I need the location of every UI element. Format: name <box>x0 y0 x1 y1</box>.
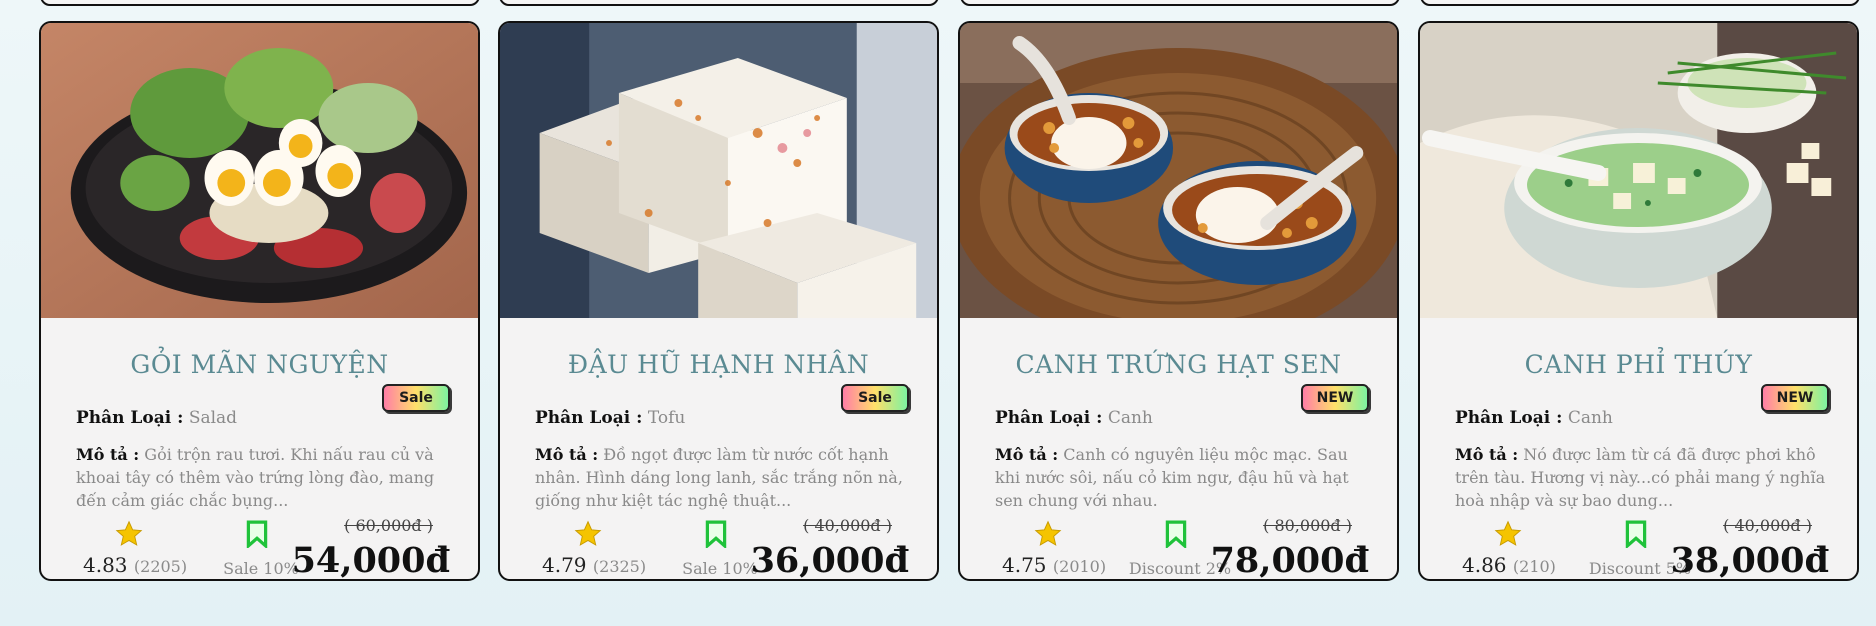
category-label: Phân Loại : <box>535 408 643 428</box>
status-badge: Sale <box>841 384 909 412</box>
rating: 4.75 (2010) <box>1002 553 1106 577</box>
rating: 4.83 (2205) <box>83 553 187 577</box>
previous-row-card[interactable] <box>40 0 480 6</box>
status-badge: NEW <box>1301 384 1369 412</box>
review-count: (2205) <box>133 557 188 576</box>
dish-title: GỎI MÃN NGUYỆN <box>130 350 389 379</box>
status-badge: NEW <box>1761 384 1829 412</box>
category-value: Tofu <box>647 408 686 428</box>
star-icon <box>1494 520 1522 546</box>
review-count: (2325) <box>592 557 647 576</box>
dish-title: CANH TRỨNG HẠT SEN <box>1015 350 1342 379</box>
category-row: Phân Loại : Tofu <box>535 408 685 428</box>
category-value: Canh <box>1567 408 1613 428</box>
rating-value: 4.75 <box>1002 553 1047 577</box>
previous-row-card[interactable] <box>1420 0 1860 6</box>
category-row: Phân Loại : Canh <box>1455 408 1613 428</box>
description-label: Mô tả : <box>535 445 599 464</box>
description-label: Mô tả : <box>76 445 140 464</box>
lotus-soup-photo[interactable] <box>960 23 1397 318</box>
description: Mô tả : Gỏi trộn rau tươi. Khi nấu rau c… <box>76 443 451 512</box>
card-footer: 4.75 (2010) Discount 2% ( 80,000đ ) 78,0… <box>960 516 1397 581</box>
dish-card[interactable]: GỎI MÃN NGUYỆN Phân Loại : Salad Sale Mô… <box>39 21 480 581</box>
old-price: ( 40,000đ ) <box>803 516 892 535</box>
star-icon <box>1034 520 1062 546</box>
jade-soup-photo[interactable] <box>1420 23 1857 318</box>
rating: 4.86 (210) <box>1462 553 1556 577</box>
bookmark-icon[interactable] <box>1625 520 1647 548</box>
dish-card[interactable]: CANH TRỨNG HẠT SEN Phân Loại : Canh NEW … <box>958 21 1399 581</box>
rating-value: 4.86 <box>1462 553 1507 577</box>
previous-row-card[interactable] <box>960 0 1400 6</box>
price: 36,000đ <box>750 540 909 581</box>
dish-card[interactable]: CANH PHỈ THÚY Phân Loại : Canh NEW Mô tả… <box>1418 21 1859 581</box>
category-value: Salad <box>188 408 238 428</box>
dish-title: CANH PHỈ THÚY <box>1524 350 1753 379</box>
star-icon <box>574 520 602 546</box>
old-price: ( 40,000đ ) <box>1723 516 1812 535</box>
description-label: Mô tả : <box>995 445 1059 464</box>
category-label: Phân Loại : <box>76 408 184 428</box>
description-label: Mô tả : <box>1455 445 1519 464</box>
category-label: Phân Loại : <box>995 408 1103 428</box>
dish-title: ĐẬU HŨ HẠNH NHÂN <box>567 350 870 379</box>
bookmark-icon[interactable] <box>705 520 727 548</box>
tofu-photo[interactable] <box>500 23 937 318</box>
star-icon <box>115 520 143 546</box>
description: Mô tả : Canh có nguyên liệu mộc mạc. Sau… <box>995 443 1370 512</box>
category-row: Phân Loại : Canh <box>995 408 1153 428</box>
menu-grid: GỎI MÃN NGUYỆN Phân Loại : Salad Sale Mô… <box>0 0 1876 626</box>
salad-photo[interactable] <box>41 23 478 318</box>
card-footer: 4.79 (2325) Sale 10% ( 40,000đ ) 36,000đ <box>500 516 937 581</box>
description: Mô tả : Đồ ngọt được làm từ nước cốt hạn… <box>535 443 910 512</box>
review-count: (2010) <box>1052 557 1107 576</box>
rating-value: 4.83 <box>83 553 128 577</box>
old-price: ( 80,000đ ) <box>1263 516 1352 535</box>
category-value: Canh <box>1107 408 1153 428</box>
price: 54,000đ <box>291 540 450 581</box>
bookmark-icon[interactable] <box>246 520 268 548</box>
bookmark-icon[interactable] <box>1165 520 1187 548</box>
price: 38,000đ <box>1670 540 1829 581</box>
review-count: (210) <box>1512 557 1556 576</box>
status-badge: Sale <box>382 384 450 412</box>
old-price: ( 60,000đ ) <box>344 516 433 535</box>
category-row: Phân Loại : Salad <box>76 408 237 428</box>
rating-value: 4.79 <box>542 553 587 577</box>
card-footer: 4.86 (210) Discount 5% ( 40,000đ ) 38,00… <box>1420 516 1857 581</box>
description: Mô tả : Nó được làm từ cá đã được phơi k… <box>1455 443 1830 512</box>
rating: 4.79 (2325) <box>542 553 646 577</box>
category-label: Phân Loại : <box>1455 408 1563 428</box>
price: 78,000đ <box>1210 540 1369 581</box>
previous-row-card[interactable] <box>499 0 939 6</box>
dish-card[interactable]: ĐẬU HŨ HẠNH NHÂN Phân Loại : Tofu Sale M… <box>498 21 939 581</box>
card-footer: 4.83 (2205) Sale 10% ( 60,000đ ) 54,000đ <box>41 516 478 581</box>
